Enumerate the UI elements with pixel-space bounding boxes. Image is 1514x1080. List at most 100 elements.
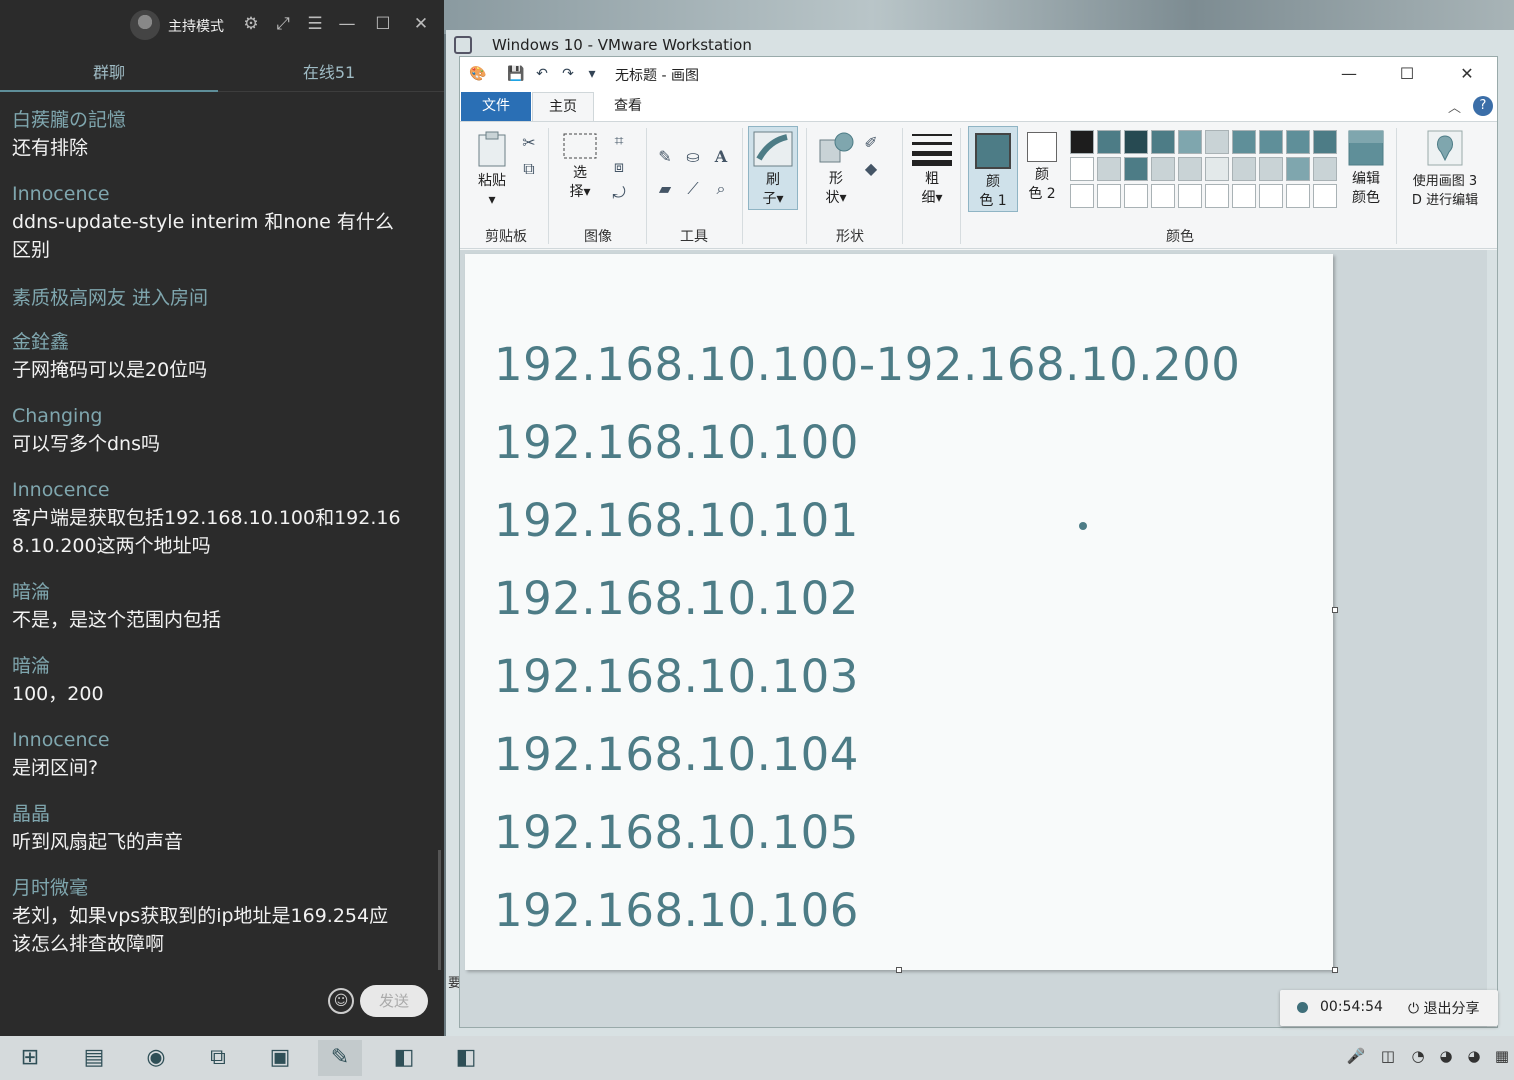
color-swatch[interactable] <box>1232 184 1256 208</box>
edit-colors-button[interactable]: 编辑 颜色 <box>1344 130 1388 208</box>
help-icon[interactable]: ? <box>1473 96 1493 116</box>
size-button[interactable]: 粗 细▾ <box>910 132 954 208</box>
color-swatch[interactable] <box>1070 130 1094 154</box>
tray-app-icon[interactable]: ◫ <box>1378 1046 1398 1066</box>
emoji-icon[interactable]: ☺ <box>328 988 354 1014</box>
color-swatch[interactable] <box>1151 130 1175 154</box>
collapse-ribbon-icon[interactable]: ︿ <box>1448 97 1461 116</box>
paste-button[interactable]: 粘贴 ▾ <box>472 130 512 210</box>
tab-view[interactable]: 查看 <box>600 92 656 121</box>
color-swatch[interactable] <box>1232 157 1256 181</box>
crop-icon[interactable]: ⌗ <box>608 130 630 152</box>
popout-icon[interactable]: ⤢ <box>272 13 294 35</box>
redo-icon[interactable]: ↷ <box>558 64 578 84</box>
menu-icon[interactable]: ☰ <box>304 13 326 35</box>
chrome-icon[interactable]: ◉ <box>134 1040 178 1076</box>
message-text: 老刘，如果vps获取到的ip地址是169.254应该怎么排查故障啊 <box>12 905 389 955</box>
shape-fill-icon[interactable]: ◆ <box>860 158 882 180</box>
tab-home[interactable]: 主页 <box>532 92 594 121</box>
settings-icon[interactable]: ⚙ <box>240 13 262 35</box>
color2-button[interactable]: 颜 色 2 <box>1022 132 1062 204</box>
windows-start-icon[interactable]: ⊞ <box>8 1040 52 1076</box>
desktop-background <box>444 0 1514 34</box>
resize-handle[interactable] <box>896 967 902 973</box>
text-tool-icon[interactable]: A <box>710 146 732 168</box>
undo-icon[interactable]: ↶ <box>532 64 552 84</box>
maximize-icon[interactable]: ☐ <box>372 13 394 35</box>
color1-button[interactable]: 颜 色 1 <box>968 126 1018 212</box>
tab-file[interactable]: 文件 <box>461 92 531 121</box>
paint3d-button[interactable]: 使用画图 3 D 进行编辑 <box>1402 130 1488 210</box>
resize-handle[interactable] <box>1332 607 1338 613</box>
copy-icon[interactable]: ⧉ <box>518 158 540 180</box>
close-button[interactable]: ✕ <box>1438 59 1496 89</box>
color-swatch[interactable] <box>1124 184 1148 208</box>
color-swatch[interactable] <box>1178 130 1202 154</box>
tray-chat-icon[interactable]: ◕ <box>1436 1046 1456 1066</box>
color-swatch[interactable] <box>1097 157 1121 181</box>
close-icon[interactable]: ✕ <box>410 13 432 35</box>
microphone-icon[interactable]: 🎤 <box>1346 1046 1366 1066</box>
tab-group-chat[interactable]: 群聊 <box>0 58 218 92</box>
color-swatch[interactable] <box>1070 184 1094 208</box>
remote-app-icon[interactable]: ◧ <box>382 1040 426 1076</box>
color-swatch[interactable] <box>1286 184 1310 208</box>
brush-button[interactable]: 刷 子▾ <box>748 126 798 210</box>
color-swatch[interactable] <box>1259 184 1283 208</box>
outline-icon[interactable]: ✐ <box>860 132 882 154</box>
pencil-icon[interactable]: ✎ <box>654 146 676 168</box>
file-explorer-icon[interactable]: ▤ <box>72 1040 116 1076</box>
remote-app-icon-2[interactable]: ◧ <box>444 1040 488 1076</box>
tab-online[interactable]: 在线51 <box>220 58 438 92</box>
send-button[interactable]: 发送 <box>360 985 428 1017</box>
maximize-button[interactable]: ☐ <box>1378 59 1436 89</box>
exit-share-button[interactable]: ⏻ 退出分享 <box>1408 998 1480 1018</box>
color-swatch[interactable] <box>1313 157 1337 181</box>
color-swatch[interactable] <box>1178 184 1202 208</box>
color-swatch[interactable] <box>1232 130 1256 154</box>
select-button[interactable]: 选 择▾ <box>558 132 602 202</box>
tray-chat-icon[interactable]: ◕ <box>1464 1046 1484 1066</box>
minimize-button[interactable]: — <box>1320 59 1378 89</box>
shapes-button[interactable]: 形 状▾ <box>814 130 858 208</box>
tray-app-icon[interactable]: ▦ <box>1492 1046 1512 1066</box>
color-swatch[interactable] <box>1178 157 1202 181</box>
paint-taskbar-icon[interactable]: ✎ <box>318 1040 362 1076</box>
resize-icon[interactable]: ⧈ <box>608 156 630 178</box>
magnifier-icon[interactable]: ⌕ <box>710 178 732 200</box>
color-picker-icon[interactable]: ⟋ <box>682 178 704 200</box>
color-swatch[interactable] <box>1286 130 1310 154</box>
eraser-icon[interactable]: ▰ <box>654 178 676 200</box>
color-swatch[interactable] <box>1205 157 1229 181</box>
drawing-canvas[interactable]: 192.168.10.100-192.168.10.200 192.168.10… <box>465 254 1333 970</box>
color-swatch[interactable] <box>1124 130 1148 154</box>
tray-app-icon[interactable]: ◔ <box>1408 1046 1428 1066</box>
color-swatch[interactable] <box>1124 157 1148 181</box>
color-swatch[interactable] <box>1205 130 1229 154</box>
minimize-icon[interactable]: — <box>336 13 358 35</box>
save-icon[interactable]: 💾 <box>506 64 526 84</box>
color-swatch[interactable] <box>1286 157 1310 181</box>
color-swatch[interactable] <box>1097 184 1121 208</box>
color-swatch[interactable] <box>1313 184 1337 208</box>
color-swatch[interactable] <box>1151 184 1175 208</box>
color-swatch[interactable] <box>1259 157 1283 181</box>
color-swatch[interactable] <box>1151 157 1175 181</box>
canvas-text-line: 192.168.10.100-192.168.10.200 <box>494 338 1241 391</box>
paint-app-icon[interactable]: 🎨 <box>468 64 488 84</box>
resize-handle[interactable] <box>1332 967 1338 973</box>
rotate-icon[interactable]: ⤾ <box>608 182 630 204</box>
color-swatch[interactable] <box>1259 130 1283 154</box>
vertical-scrollbar[interactable] <box>1487 250 1497 1027</box>
cut-icon[interactable]: ✂ <box>518 132 540 154</box>
color-swatch[interactable] <box>1070 157 1094 181</box>
vmware-taskbar-icon[interactable]: ⧉ <box>196 1040 240 1076</box>
color-swatch[interactable] <box>1313 130 1337 154</box>
color-swatch[interactable] <box>1205 184 1229 208</box>
customize-dropdown-icon[interactable]: ▾ <box>582 64 602 84</box>
scrollbar[interactable] <box>438 850 441 970</box>
terminal-icon[interactable]: ▣ <box>258 1040 302 1076</box>
avatar[interactable] <box>130 10 160 40</box>
color-swatch[interactable] <box>1097 130 1121 154</box>
fill-icon[interactable]: ⛀ <box>682 146 704 168</box>
